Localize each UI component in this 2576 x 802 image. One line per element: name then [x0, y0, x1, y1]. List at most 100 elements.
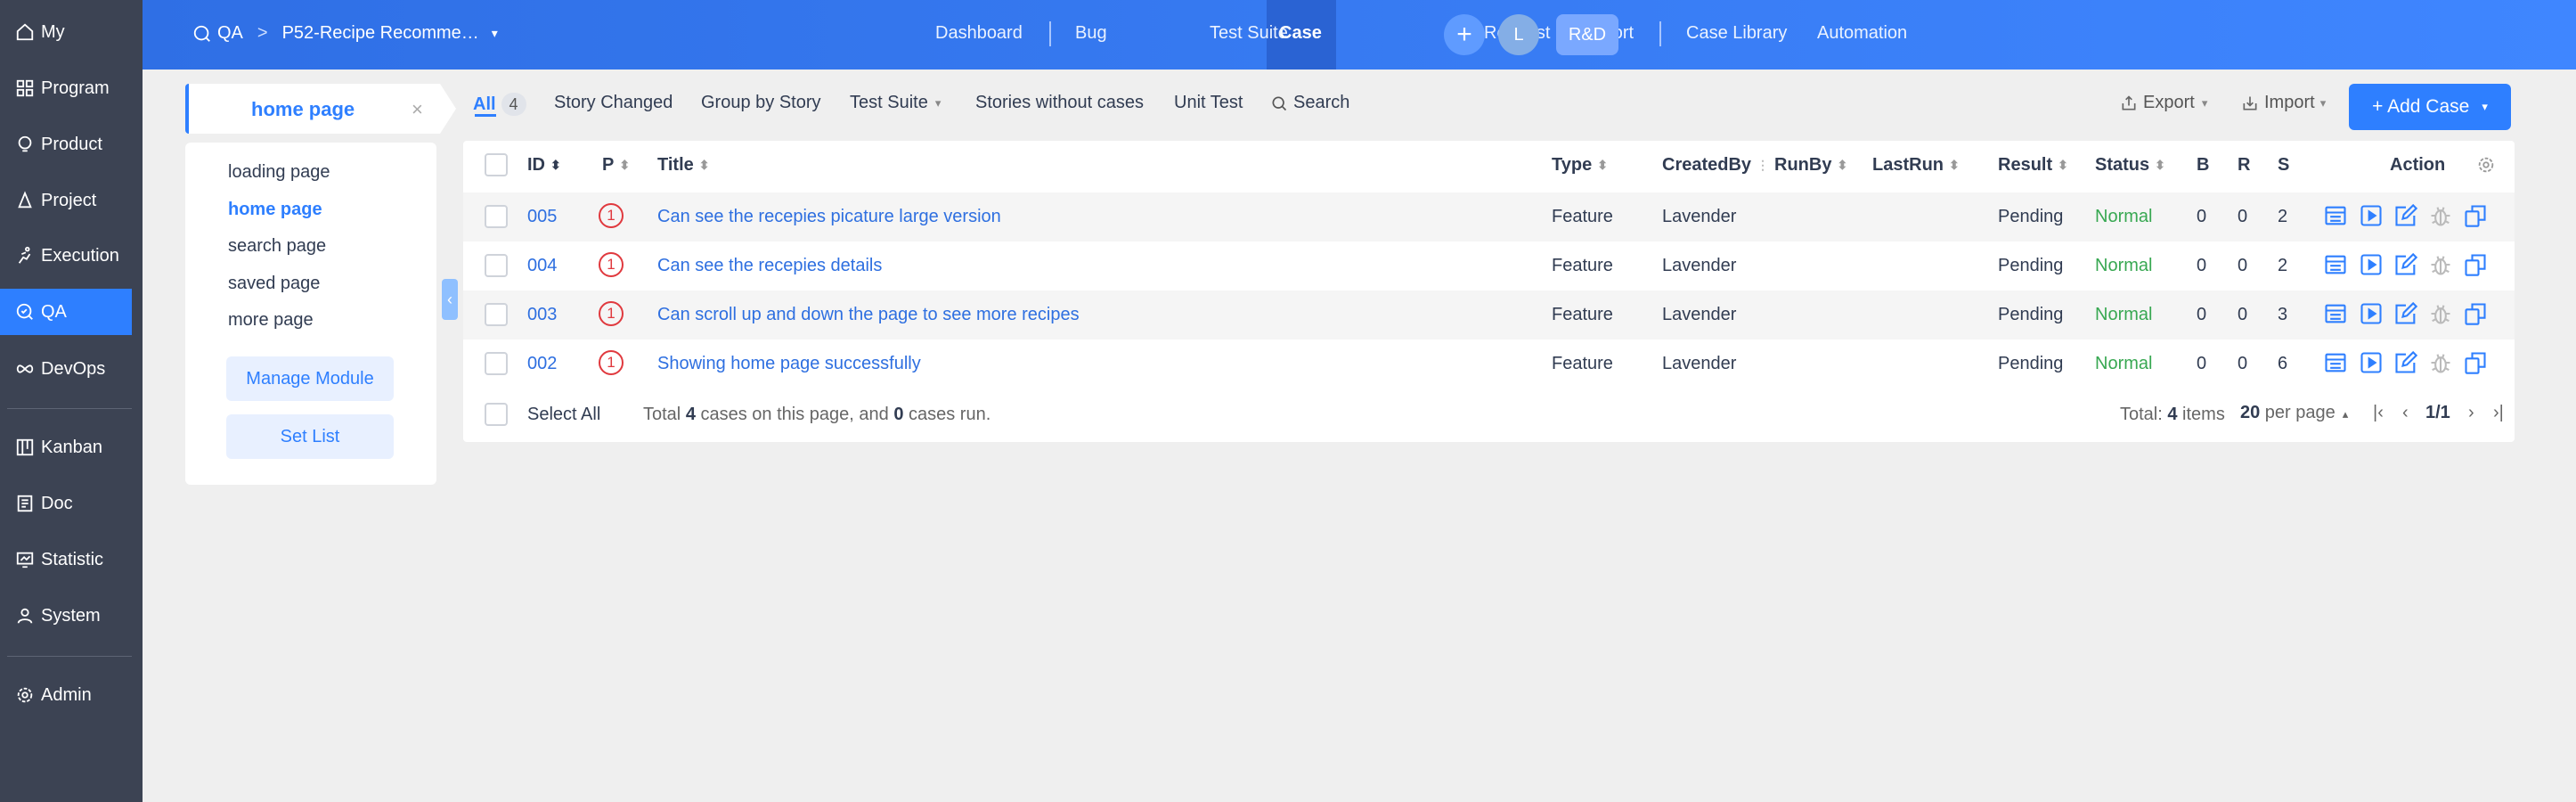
case-id[interactable]: 004	[527, 256, 557, 276]
run-case-icon[interactable]	[2359, 203, 2384, 228]
chevron-right-icon: >	[257, 23, 268, 43]
view-icon[interactable]	[2323, 252, 2348, 277]
row-checkbox[interactable]	[485, 303, 508, 326]
next-page-icon[interactable]: ›	[2468, 403, 2474, 423]
nav-automation[interactable]: Automation	[1817, 23, 1907, 44]
select-all-checkbox[interactable]	[485, 403, 508, 426]
nav-dashboard[interactable]: Dashboard	[935, 23, 1023, 44]
sidebar-item-qa[interactable]: QA	[0, 289, 132, 335]
case-title[interactable]: Showing home page successfully	[657, 354, 921, 374]
export-button[interactable]: Export ▾	[2120, 93, 2207, 113]
project-switcher[interactable]: P52-Recipe Recomme…	[282, 23, 479, 44]
last-page-icon[interactable]: ›|	[2493, 403, 2504, 423]
sidebar-item-system[interactable]: System	[0, 593, 132, 639]
collapse-sidebar-handle[interactable]: ‹	[442, 279, 458, 320]
prev-page-icon[interactable]: ‹	[2402, 403, 2409, 423]
nav-test-suite[interactable]: Test Suite	[1210, 23, 1288, 44]
view-icon[interactable]	[2323, 203, 2348, 228]
nav-case-library[interactable]: Case Library	[1686, 23, 1787, 44]
chevron-down-icon: ▾	[2201, 95, 2208, 110]
sidebar-item-devops[interactable]: DevOps	[0, 346, 132, 392]
module-tab[interactable]: home page ×	[185, 84, 440, 134]
nav-bug[interactable]: Bug	[1075, 23, 1107, 44]
filter-all[interactable]: All 4	[473, 93, 526, 116]
table-row[interactable]: 003 1 Can scroll up and down the page to…	[463, 291, 2515, 340]
per-page-select[interactable]: 20 per page ▴	[2240, 403, 2348, 423]
edit-icon[interactable]	[2393, 252, 2418, 277]
search-toggle[interactable]: Search	[1270, 93, 1349, 113]
row-checkbox[interactable]	[485, 254, 508, 277]
case-id[interactable]: 003	[527, 305, 557, 325]
column-header-priority[interactable]: P ⬍	[602, 155, 630, 176]
case-id[interactable]: 002	[527, 354, 557, 374]
copy-icon[interactable]	[2463, 252, 2488, 277]
copy-icon[interactable]	[2463, 350, 2488, 375]
module-item-search-page[interactable]: search page	[228, 236, 326, 257]
module-item-saved-page[interactable]: saved page	[228, 274, 320, 294]
column-header-lastrun[interactable]: LastRun ⬍	[1872, 155, 1960, 176]
filter-group-by-story[interactable]: Group by Story	[701, 93, 821, 113]
module-item-loading-page[interactable]: loading page	[228, 162, 330, 183]
column-header-title[interactable]: Title ⬍	[657, 155, 710, 176]
grid-icon	[14, 78, 36, 99]
column-header-status[interactable]: Status ⬍	[2095, 155, 2165, 176]
sidebar-item-statistic[interactable]: Statistic	[0, 536, 132, 583]
close-icon[interactable]: ×	[412, 98, 423, 121]
column-settings-icon[interactable]	[2476, 155, 2496, 175]
case-title[interactable]: Can see the recepies details	[657, 256, 882, 276]
run-case-icon[interactable]	[2359, 252, 2384, 277]
sidebar-item-project[interactable]: Project	[0, 177, 132, 224]
case-id[interactable]: 005	[527, 207, 557, 227]
sidebar-item-program[interactable]: Program	[0, 65, 132, 111]
table-row[interactable]: 002 1 Showing home page successfully Fea…	[463, 340, 2515, 389]
filter-unit-test[interactable]: Unit Test	[1174, 93, 1243, 113]
module-item-more-page[interactable]: more page	[228, 310, 314, 331]
filter-test-suite[interactable]: Test Suite ▾	[850, 93, 941, 113]
column-header-runby[interactable]: RunBy ⬍	[1774, 155, 1847, 176]
quick-add-button[interactable]: +	[1444, 14, 1485, 55]
breadcrumb-qa[interactable]: QA	[217, 23, 243, 44]
column-header-id[interactable]: ID ⬍	[527, 155, 561, 176]
view-icon[interactable]	[2323, 350, 2348, 375]
case-steps: 6	[2278, 354, 2288, 373]
row-checkbox[interactable]	[485, 352, 508, 375]
import-button[interactable]: Import ▾	[2241, 93, 2326, 113]
edit-icon[interactable]	[2393, 203, 2418, 228]
case-status: Normal	[2095, 256, 2153, 275]
table-row[interactable]: 004 1 Can see the recepies details Featu…	[463, 241, 2515, 291]
row-checkbox[interactable]	[485, 205, 508, 228]
add-case-button[interactable]: + Add Case ▾	[2349, 84, 2511, 130]
table-row[interactable]: 005 1 Can see the recepies picature larg…	[463, 192, 2515, 241]
case-title[interactable]: Can see the recepies picature large vers…	[657, 207, 1001, 227]
user-icon	[14, 605, 36, 626]
column-header-result[interactable]: Result ⬍	[1998, 155, 2068, 176]
sidebar-item-product[interactable]: Product	[0, 121, 132, 168]
sidebar-item-my[interactable]: My	[0, 9, 132, 55]
select-all-checkbox-header[interactable]	[485, 153, 508, 176]
select-all-label[interactable]: Select All	[527, 405, 600, 425]
edit-icon[interactable]	[2393, 350, 2418, 375]
copy-icon[interactable]	[2463, 301, 2488, 326]
filter-stories-without-cases[interactable]: Stories without cases	[975, 93, 1144, 113]
column-header-createdby[interactable]: CreatedBy ⋮	[1662, 155, 1769, 176]
rd-switch-button[interactable]: R&D	[1556, 14, 1618, 55]
column-header-type[interactable]: Type ⬍	[1552, 155, 1608, 176]
set-list-button[interactable]: Set List	[226, 414, 394, 459]
sidebar-item-kanban[interactable]: Kanban	[0, 424, 132, 471]
sidebar-item-admin[interactable]: Admin	[0, 672, 132, 718]
view-icon[interactable]	[2323, 301, 2348, 326]
sidebar-item-doc[interactable]: Doc	[0, 480, 132, 527]
run-case-icon[interactable]	[2359, 350, 2384, 375]
run-case-icon[interactable]	[2359, 301, 2384, 326]
module-item-home-page[interactable]: home page	[228, 200, 322, 220]
manage-module-button[interactable]: Manage Module	[226, 356, 394, 401]
avatar[interactable]: L	[1498, 14, 1539, 55]
page-summary: Total 4 cases on this page, and 0 cases …	[643, 405, 991, 424]
filter-story-changed[interactable]: Story Changed	[554, 93, 673, 113]
copy-icon[interactable]	[2463, 203, 2488, 228]
case-title[interactable]: Can scroll up and down the page to see m…	[657, 305, 1080, 325]
active-filter-underline	[475, 114, 496, 117]
sidebar-item-execution[interactable]: Execution	[0, 233, 132, 279]
edit-icon[interactable]	[2393, 301, 2418, 326]
first-page-icon[interactable]: |‹	[2373, 403, 2384, 423]
